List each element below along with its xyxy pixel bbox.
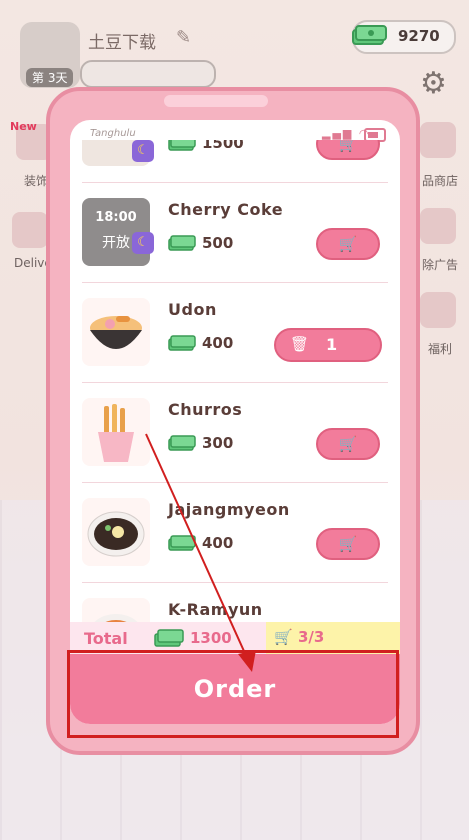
quantity-stepper[interactable]: 🗑 1 xyxy=(274,328,382,362)
list-item[interactable]: K-Ramyun xyxy=(82,582,388,624)
dish-name: Jajangmyeon xyxy=(168,500,290,519)
cash-icon xyxy=(168,535,196,551)
sidebar-item-remove-ads[interactable]: 除广告 xyxy=(422,256,458,273)
list-item[interactable]: Jajangmyeon 400 🛒 xyxy=(82,482,388,583)
player-name: 土豆下载 xyxy=(88,33,156,53)
new-badge: New xyxy=(10,120,37,133)
dish-image xyxy=(82,598,150,624)
remove-ads-icon[interactable] xyxy=(420,208,456,244)
cash-icon xyxy=(168,140,196,151)
list-item[interactable]: Churros 300 🛒 xyxy=(82,382,388,483)
name-field[interactable] xyxy=(80,60,216,88)
list-item[interactable]: Udon 400 🗑 1 xyxy=(82,282,388,383)
add-to-cart-button[interactable]: 🛒 xyxy=(316,228,380,260)
udon-bowl-icon xyxy=(90,316,142,349)
sidebar-item-welfare[interactable]: 福利 xyxy=(428,340,452,357)
cash-icon xyxy=(168,235,196,251)
highlight-box xyxy=(67,650,399,738)
add-to-cart-button[interactable]: 🛒 xyxy=(316,528,380,560)
trash-icon[interactable]: 🗑 xyxy=(290,335,309,353)
delivery-icon[interactable] xyxy=(12,212,48,248)
gift-icon[interactable] xyxy=(420,292,456,328)
cash-icon xyxy=(168,435,196,451)
cart-icon: 🛒 xyxy=(274,628,293,646)
money-balance: 9270 xyxy=(352,20,456,54)
sidebar-item-shop[interactable]: 品商店 xyxy=(422,172,458,189)
shop-icon[interactable] xyxy=(420,122,456,158)
add-to-cart-button[interactable]: 🛒 xyxy=(316,428,380,460)
list-item[interactable]: ☾ 1500 🛒 xyxy=(82,140,388,183)
day-badge: 第 3天 xyxy=(26,68,74,87)
money-value: 9270 xyxy=(398,27,440,45)
cash-icon xyxy=(168,335,196,351)
churros-icon xyxy=(98,404,134,462)
night-moon-icon: ☾ xyxy=(132,232,154,254)
night-moon-icon: ☾ xyxy=(132,140,154,162)
total-value: 1300 xyxy=(190,629,232,647)
add-to-cart-button[interactable]: 🛒 xyxy=(316,140,380,160)
jajangmyeon-icon xyxy=(87,511,145,557)
dish-name: K-Ramyun xyxy=(168,600,263,619)
carrier-label: Tanghulu xyxy=(90,128,136,139)
dish-name: Churros xyxy=(168,400,243,419)
dish-price-value: 400 xyxy=(202,334,234,352)
dish-price-value: 300 xyxy=(202,434,234,452)
quantity-value: 1 xyxy=(326,335,338,354)
dish-name: Udon xyxy=(168,300,217,319)
ramyun-icon xyxy=(92,614,140,624)
dish-price-value: 400 xyxy=(202,534,234,552)
cart-count: 3/3 xyxy=(298,628,325,646)
settings-gear-icon[interactable]: ⚙ xyxy=(420,66,447,101)
dish-price-value: 500 xyxy=(202,234,234,252)
menu-list[interactable]: ☾ 1500 🛒 18:00 开放 ☾ Cherry Coke 500 🛒 Ud… xyxy=(70,140,400,624)
sidebar-item-decor[interactable]: 装饰 xyxy=(24,172,48,189)
cash-icon xyxy=(154,629,184,647)
dish-image xyxy=(82,498,150,566)
total-label: Total xyxy=(84,629,128,648)
cash-icon xyxy=(352,25,387,45)
phone-speaker xyxy=(164,95,268,107)
unlock-time: 18:00 xyxy=(95,210,137,225)
dish-price-value: 1500 xyxy=(202,140,244,152)
edit-name-icon[interactable]: ✎ xyxy=(176,27,191,48)
dish-image xyxy=(82,298,150,366)
dish-name: Cherry Coke xyxy=(168,200,284,219)
dish-image xyxy=(82,398,150,466)
list-item[interactable]: 18:00 开放 ☾ Cherry Coke 500 🛒 xyxy=(82,182,388,283)
